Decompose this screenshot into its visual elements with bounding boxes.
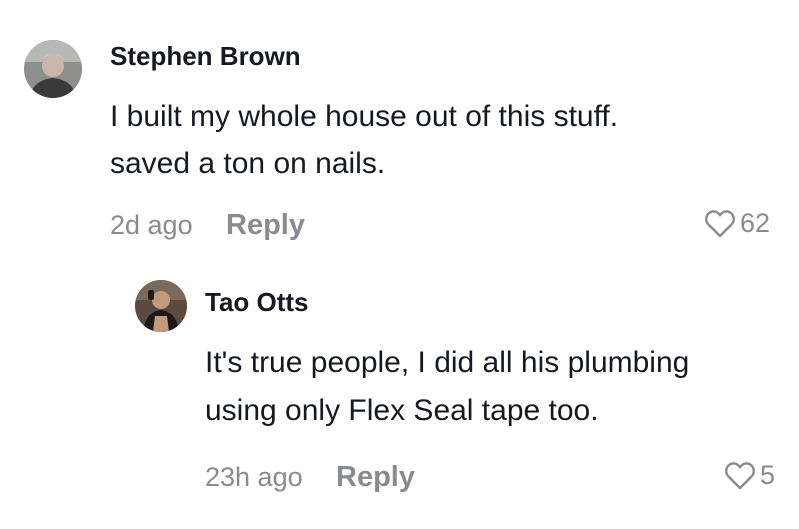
like-button[interactable]: 5 (724, 460, 775, 491)
comment-text-line-2: saved a ton on nails. (110, 147, 386, 180)
reply-author[interactable]: Tao Otts (205, 287, 309, 318)
reply-button[interactable]: Reply (336, 461, 415, 494)
avatar[interactable] (24, 40, 82, 98)
reply-timestamp: 23h ago (205, 462, 303, 492)
heart-outline-icon (725, 461, 755, 489)
comment-item: Stephen Brown I built my whole house out… (0, 0, 799, 260)
user-avatar-photo (135, 280, 187, 332)
reply-button[interactable]: Reply (226, 209, 305, 242)
like-count: 5 (760, 460, 776, 490)
heart-outline-icon (705, 209, 735, 237)
reply-text-line-1: It's true people, I did all his plumbing (205, 346, 690, 379)
like-button[interactable]: 62 (704, 208, 770, 239)
comment-timestamp: 2d ago (110, 210, 193, 240)
reply-item: Tao Otts It's true people, I did all his… (0, 260, 799, 529)
comment-author[interactable]: Stephen Brown (110, 41, 301, 72)
comment-text-line-1: I built my whole house out of this stuff… (110, 100, 619, 133)
reply-text-line-2: using only Flex Seal tape too. (205, 394, 599, 427)
avatar[interactable] (135, 280, 187, 332)
user-avatar-photo (24, 40, 82, 98)
like-count: 62 (740, 208, 771, 238)
